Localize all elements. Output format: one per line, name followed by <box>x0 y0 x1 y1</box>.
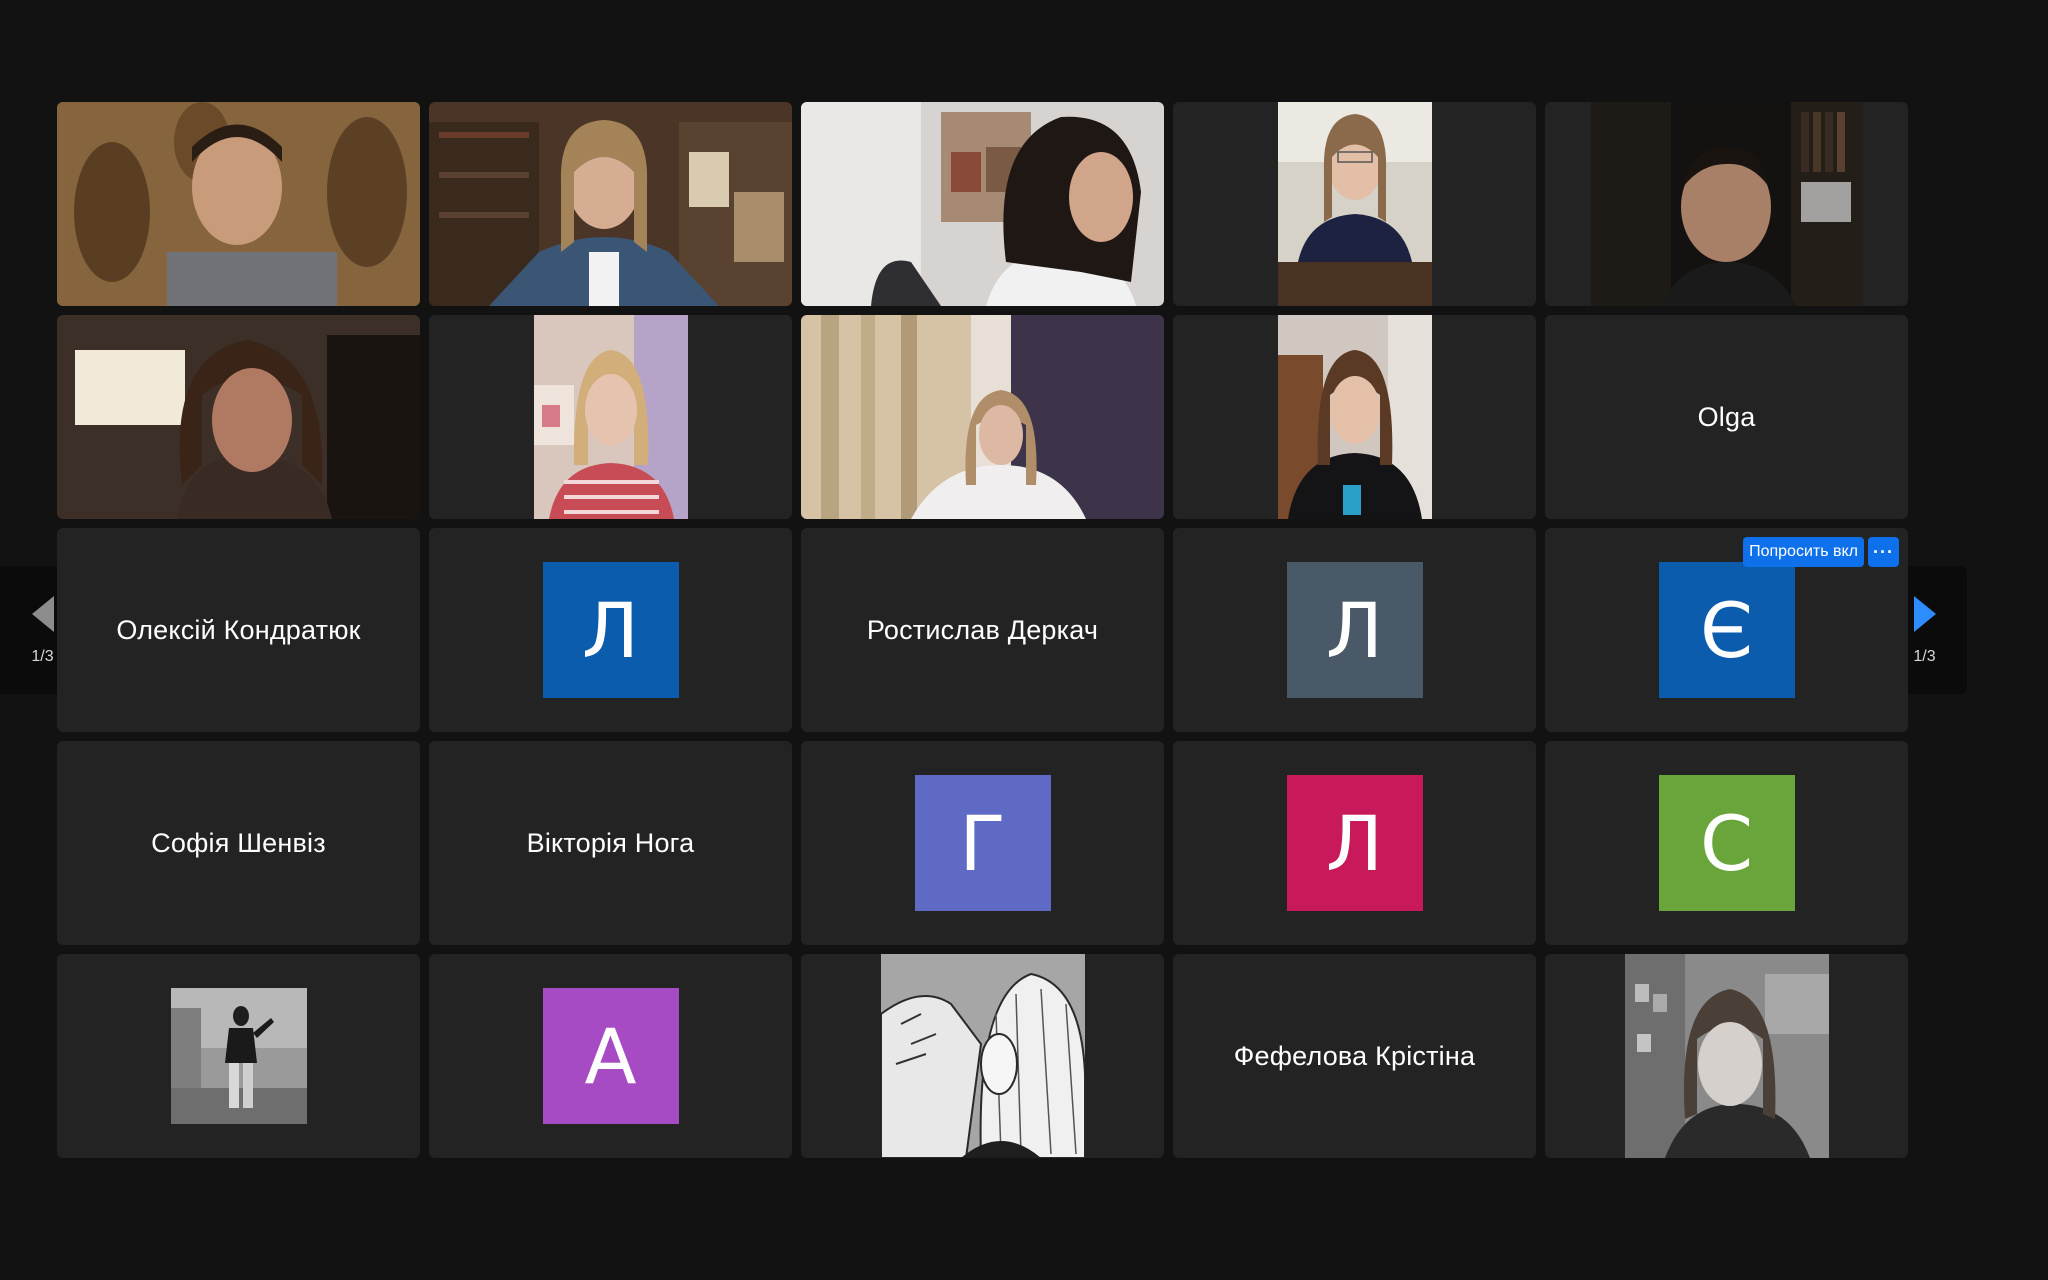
participant-profile-picture <box>801 954 1164 1158</box>
participant-video <box>801 315 1164 519</box>
ask-to-start-video-button[interactable]: Попросить вкл <box>1743 537 1864 567</box>
participant-name: Olga <box>1697 401 1756 432</box>
participant-avatar: Г <box>914 775 1051 911</box>
participant-video <box>1545 102 1908 306</box>
participant-tile[interactable]: Ростислав Деркач <box>801 528 1164 732</box>
participant-avatar: Л <box>1286 562 1423 698</box>
participant-tile[interactable]: Фефелова Крістіна <box>1173 954 1536 1158</box>
participant-tile[interactable] <box>1173 315 1536 519</box>
participant-video <box>429 102 792 306</box>
participant-tile[interactable] <box>57 954 420 1158</box>
participant-tile[interactable]: А <box>429 954 792 1158</box>
participant-name: Фефелова Крістіна <box>1233 1040 1476 1071</box>
page-indicator: 1/3 <box>31 648 54 665</box>
participant-video <box>1173 102 1536 306</box>
participant-profile-picture <box>1545 954 1908 1158</box>
participant-avatar: С <box>1658 775 1795 911</box>
participant-video <box>801 102 1164 306</box>
participant-video <box>429 315 792 519</box>
participant-name: Олексій Кондратюк <box>116 614 361 645</box>
participant-tile[interactable]: Софія Шенвіз <box>57 741 420 945</box>
participant-tile[interactable]: Олексій Кондратюк <box>57 528 420 732</box>
participant-tile[interactable]: Г <box>801 741 1164 945</box>
participant-tile-active-speaker[interactable] <box>57 102 420 306</box>
participant-tile[interactable]: Л <box>429 528 792 732</box>
participant-tile[interactable] <box>801 954 1164 1158</box>
participant-tile[interactable] <box>1173 102 1536 306</box>
participant-profile-picture <box>170 988 307 1124</box>
participant-avatar: Л <box>1286 775 1423 911</box>
participant-tile[interactable] <box>429 102 792 306</box>
participant-name: Вікторія Нога <box>526 827 695 858</box>
participant-name: Ростислав Деркач <box>866 614 1099 645</box>
participant-tile[interactable]: Olga <box>1545 315 1908 519</box>
participant-tile[interactable]: С <box>1545 741 1908 945</box>
chevron-right-icon <box>1913 596 1936 632</box>
chevron-left-icon <box>31 596 54 632</box>
participant-tile[interactable]: Попросить вкл ··· Є <box>1545 528 1908 732</box>
participant-tile[interactable] <box>429 315 792 519</box>
meeting-gallery-view: 1/3 1/3 Olga Олексій Кондратюк Л Ростисл… <box>0 0 2048 1280</box>
participant-tile[interactable]: Вікторія Нога <box>429 741 792 945</box>
participant-video <box>57 102 420 306</box>
more-options-button[interactable]: ··· <box>1868 537 1899 567</box>
participant-tile[interactable] <box>57 315 420 519</box>
tile-actions: Попросить вкл ··· <box>1743 537 1899 567</box>
participant-avatar: Л <box>542 562 679 698</box>
participant-avatar: Є <box>1658 562 1795 698</box>
participant-grid: Olga Олексій Кондратюк Л Ростислав Дерка… <box>57 102 1908 1158</box>
participant-tile[interactable]: Л <box>1173 741 1536 945</box>
participant-tile[interactable] <box>801 102 1164 306</box>
participant-tile[interactable] <box>1545 102 1908 306</box>
participant-video <box>57 315 420 519</box>
participant-tile[interactable]: Л <box>1173 528 1536 732</box>
participant-avatar: А <box>542 988 679 1124</box>
participant-video <box>1173 315 1536 519</box>
page-indicator: 1/3 <box>1913 648 1936 665</box>
participant-tile[interactable] <box>1545 954 1908 1158</box>
participant-tile[interactable] <box>801 315 1164 519</box>
participant-name: Софія Шенвіз <box>151 827 326 858</box>
